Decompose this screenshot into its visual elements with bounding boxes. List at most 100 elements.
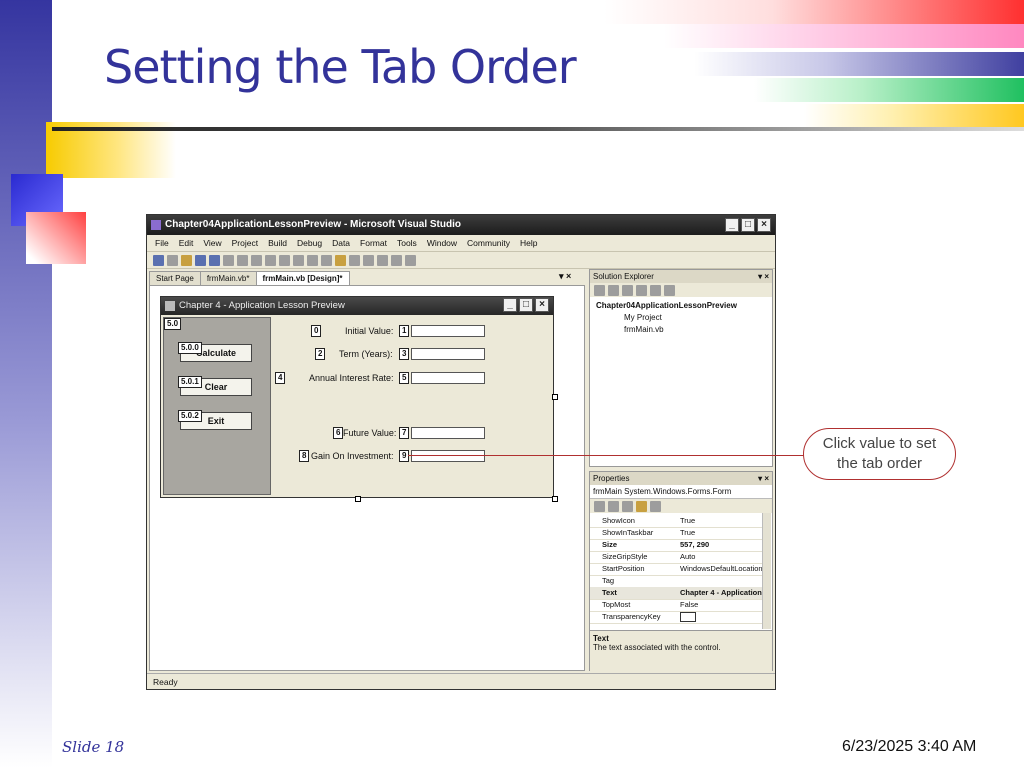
layout-icon[interactable] [391, 254, 402, 266]
property-pages-icon[interactable] [650, 500, 661, 512]
menu-debug[interactable]: Debug [297, 238, 322, 248]
cut-icon[interactable] [223, 254, 234, 266]
find-icon[interactable] [335, 254, 346, 266]
gain-textbox[interactable] [411, 450, 485, 462]
paste-icon[interactable] [251, 254, 262, 266]
tab-frmmain-code[interactable]: frmMain.vb* [199, 271, 257, 285]
tab-index-initial-box[interactable]: 1 [399, 325, 410, 337]
prop-value[interactable]: True [680, 515, 762, 527]
tab-index-group[interactable]: 5.0 [164, 318, 182, 330]
deco-square-red [26, 212, 86, 264]
tab-index-rate-box[interactable]: 5 [399, 372, 410, 384]
save-all-icon[interactable] [209, 254, 220, 266]
prop-value[interactable]: False [680, 599, 762, 611]
resize-handle-right[interactable] [552, 394, 558, 400]
solution-explorer-icon[interactable] [349, 254, 360, 266]
tree-item-frmmain[interactable]: frmMain.vb [624, 325, 664, 334]
menu-build[interactable]: Build [268, 238, 287, 248]
tab-index-rate-label[interactable]: 4 [275, 372, 286, 384]
toolbox-icon[interactable] [377, 254, 388, 266]
prop-value[interactable] [680, 611, 762, 623]
menu-help[interactable]: Help [520, 238, 537, 248]
object-selector[interactable]: frmMain System.Windows.Forms.Form [590, 485, 772, 499]
annual-rate-textbox[interactable] [411, 372, 485, 384]
show-all-files-icon[interactable] [608, 284, 619, 296]
maximize-button[interactable]: □ [741, 218, 755, 232]
tab-index-future-box[interactable]: 7 [399, 427, 410, 439]
solution-explorer-controls[interactable]: ▾ × [758, 270, 769, 283]
tab-frmmain-design[interactable]: frmMain.vb [Design]* [255, 271, 350, 285]
top-stripe-green [754, 78, 1024, 102]
save-icon[interactable] [195, 254, 206, 266]
designed-form[interactable]: Chapter 4 - Application Lesson Preview _… [160, 296, 554, 498]
start-debug-icon[interactable] [293, 254, 304, 266]
tab-index-clear[interactable]: 5.0.1 [178, 376, 202, 388]
callout-line-1: Click value to set [822, 435, 937, 452]
class-diagram-icon[interactable] [664, 284, 675, 296]
menu-window[interactable]: Window [427, 238, 457, 248]
properties-scrollbar[interactable] [762, 513, 771, 629]
new-project-icon[interactable] [153, 254, 164, 266]
undo-icon[interactable] [265, 254, 276, 266]
tab-index-gain-label[interactable]: 8 [299, 450, 310, 462]
resize-handle-corner[interactable] [552, 496, 558, 502]
view-code-icon[interactable] [636, 284, 647, 296]
redo-icon[interactable] [279, 254, 290, 266]
button-group-panel[interactable]: 5.0 Calculate 5.0.0 Clear 5.0.1 Exit 5.0… [163, 317, 271, 495]
categorized-icon[interactable] [594, 500, 605, 512]
tab-window-controls[interactable]: ▾ × [559, 271, 571, 282]
term-textbox[interactable] [411, 348, 485, 360]
menu-project[interactable]: Project [232, 238, 258, 248]
pause-icon[interactable] [307, 254, 318, 266]
future-value-textbox[interactable] [411, 427, 485, 439]
status-bar: Ready [147, 673, 775, 689]
prop-name: ShowInTaskbar [602, 528, 654, 537]
add-item-icon[interactable] [167, 254, 178, 266]
format-icon[interactable] [405, 254, 416, 266]
tree-item-solution[interactable]: Chapter04ApplicationLessonPreview [596, 301, 737, 310]
menu-edit[interactable]: Edit [179, 238, 194, 248]
minimize-button[interactable]: _ [725, 218, 739, 232]
tab-start-page[interactable]: Start Page [149, 271, 201, 285]
tab-index-exit[interactable]: 5.0.2 [178, 410, 202, 422]
description-title: Text [593, 634, 609, 643]
refresh-icon[interactable] [622, 284, 633, 296]
tab-index-term-box[interactable]: 3 [399, 348, 410, 360]
close-button[interactable]: × [757, 218, 771, 232]
resize-handle-bottom[interactable] [355, 496, 361, 502]
prop-value[interactable]: 557, 290 [680, 539, 762, 551]
alphabetical-icon[interactable] [608, 500, 619, 512]
properties-icon[interactable] [363, 254, 374, 266]
tab-index-gain-box[interactable]: 9 [399, 450, 410, 462]
menu-community[interactable]: Community [467, 238, 510, 248]
properties-view-icon[interactable] [594, 284, 605, 296]
stop-icon[interactable] [321, 254, 332, 266]
tab-index-future-label[interactable]: 6 [333, 427, 344, 439]
initial-value-textbox[interactable] [411, 325, 485, 337]
tree-item-my-project[interactable]: My Project [624, 313, 662, 322]
menu-data[interactable]: Data [332, 238, 350, 248]
color-swatch [680, 612, 696, 623]
top-stripe-navy [694, 52, 1024, 76]
tab-index-term-label[interactable]: 2 [315, 348, 326, 360]
term-label: Term (Years): [339, 349, 393, 359]
open-icon[interactable] [181, 254, 192, 266]
menu-bar: File Edit View Project Build Debug Data … [147, 235, 775, 251]
menu-format[interactable]: Format [360, 238, 387, 248]
prop-value[interactable]: True [680, 527, 762, 539]
prop-row-transparencykey[interactable]: TransparencyKey [590, 611, 764, 624]
copy-icon[interactable] [237, 254, 248, 266]
properties-view-icon-2[interactable] [622, 500, 633, 512]
prop-value[interactable]: WindowsDefaultLocation [680, 563, 762, 575]
prop-value[interactable]: Chapter 4 - Application Lesson Preview [680, 587, 762, 599]
prop-value[interactable]: Auto [680, 551, 762, 563]
menu-file[interactable]: File [155, 238, 169, 248]
tab-index-calculate[interactable]: 5.0.0 [178, 342, 202, 354]
tab-index-initial-label[interactable]: 0 [311, 325, 322, 337]
properties-controls[interactable]: ▾ × [758, 472, 769, 485]
menu-tools[interactable]: Tools [397, 238, 417, 248]
future-value-label: Future Value: [343, 428, 397, 438]
menu-view[interactable]: View [203, 238, 221, 248]
events-icon[interactable] [636, 500, 647, 512]
view-designer-icon[interactable] [650, 284, 661, 296]
